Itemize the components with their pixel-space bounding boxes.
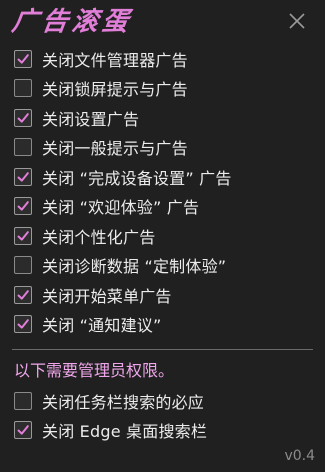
option-label: 关闭 Edge 桌面搜索栏 [42, 422, 208, 442]
option-label: 关闭诊断数据 “定制体验” [42, 257, 227, 277]
option-label: 关闭 “完成设备设置” 广告 [42, 168, 232, 188]
option-label: 关闭个性化广告 [42, 227, 156, 247]
option-row[interactable]: 关闭诊断数据 “定制体验” [14, 251, 314, 281]
checkmark-icon [17, 53, 29, 64]
option-label: 关闭锁屏提示与广告 [42, 80, 188, 100]
checkbox-checked[interactable] [14, 421, 32, 440]
ad-options-list: 关闭文件管理器广告 关闭锁屏提示与广告 关闭设置广告关闭一般提示与广告关闭 “完成设… [14, 44, 314, 339]
app-window: 广告滚蛋 关闭文件管理器广告 关闭锁屏提示与广告 关闭设置广告 关闭一般提示与广告 关闭… [0, 0, 325, 472]
option-label: 关闭文件管理器广告 [42, 50, 188, 70]
checkbox-checked[interactable] [14, 108, 32, 127]
option-label: 关闭 “通知建议” [42, 316, 162, 336]
section-divider [12, 349, 313, 350]
admin-note: 以下需要管理员权限。 [14, 361, 175, 380]
option-label: 关闭一般提示与广告 [42, 139, 188, 159]
option-row[interactable]: 关闭任务栏搜索的必应 [14, 386, 314, 416]
checkmark-icon [17, 289, 29, 300]
checkbox-unchecked[interactable] [14, 79, 32, 98]
checkbox-unchecked[interactable] [14, 391, 32, 410]
option-row[interactable]: 关闭设置广告 [14, 103, 314, 133]
option-label: 关闭 “欢迎体验” 广告 [42, 198, 200, 218]
version-label: v0.4 [284, 448, 315, 464]
option-row[interactable]: 关闭 “完成设备设置” 广告 [14, 162, 314, 192]
option-row[interactable]: 关闭锁屏提示与广告 [14, 74, 314, 104]
checkmark-icon [17, 230, 29, 241]
checkbox-checked[interactable] [14, 315, 32, 334]
checkmark-icon [17, 171, 29, 182]
checkbox-checked[interactable] [14, 285, 32, 304]
option-row[interactable]: 关闭文件管理器广告 [14, 44, 314, 74]
option-row[interactable]: 关闭个性化广告 [14, 221, 314, 251]
checkmark-icon [17, 425, 29, 435]
checkmark-icon [17, 201, 29, 211]
option-row[interactable]: 关闭开始菜单广告 [14, 280, 314, 310]
option-row[interactable]: 关闭 Edge 桌面搜索栏 [14, 416, 314, 446]
close-icon[interactable] [286, 10, 308, 32]
option-row[interactable]: 关闭 “通知建议” [14, 310, 314, 340]
checkbox-checked[interactable] [14, 167, 32, 186]
option-label: 关闭开始菜单广告 [42, 286, 172, 306]
option-row[interactable]: 关闭一般提示与广告 [14, 133, 314, 163]
app-title: 广告滚蛋 [9, 7, 135, 37]
option-label: 关闭任务栏搜索的必应 [42, 392, 205, 412]
checkmark-icon [17, 112, 29, 123]
checkmark-icon [17, 319, 29, 329]
option-label: 关闭设置广告 [42, 109, 140, 129]
option-row[interactable]: 关闭 “欢迎体验” 广告 [14, 192, 314, 222]
checkbox-unchecked[interactable] [14, 256, 32, 275]
admin-options-list: 关闭任务栏搜索的必应 关闭 Edge 桌面搜索栏 [14, 386, 314, 445]
checkbox-checked[interactable] [14, 226, 32, 245]
checkbox-checked[interactable] [14, 49, 32, 68]
close-button[interactable] [286, 10, 308, 32]
checkbox-unchecked[interactable] [14, 138, 32, 157]
checkbox-checked[interactable] [14, 197, 32, 216]
